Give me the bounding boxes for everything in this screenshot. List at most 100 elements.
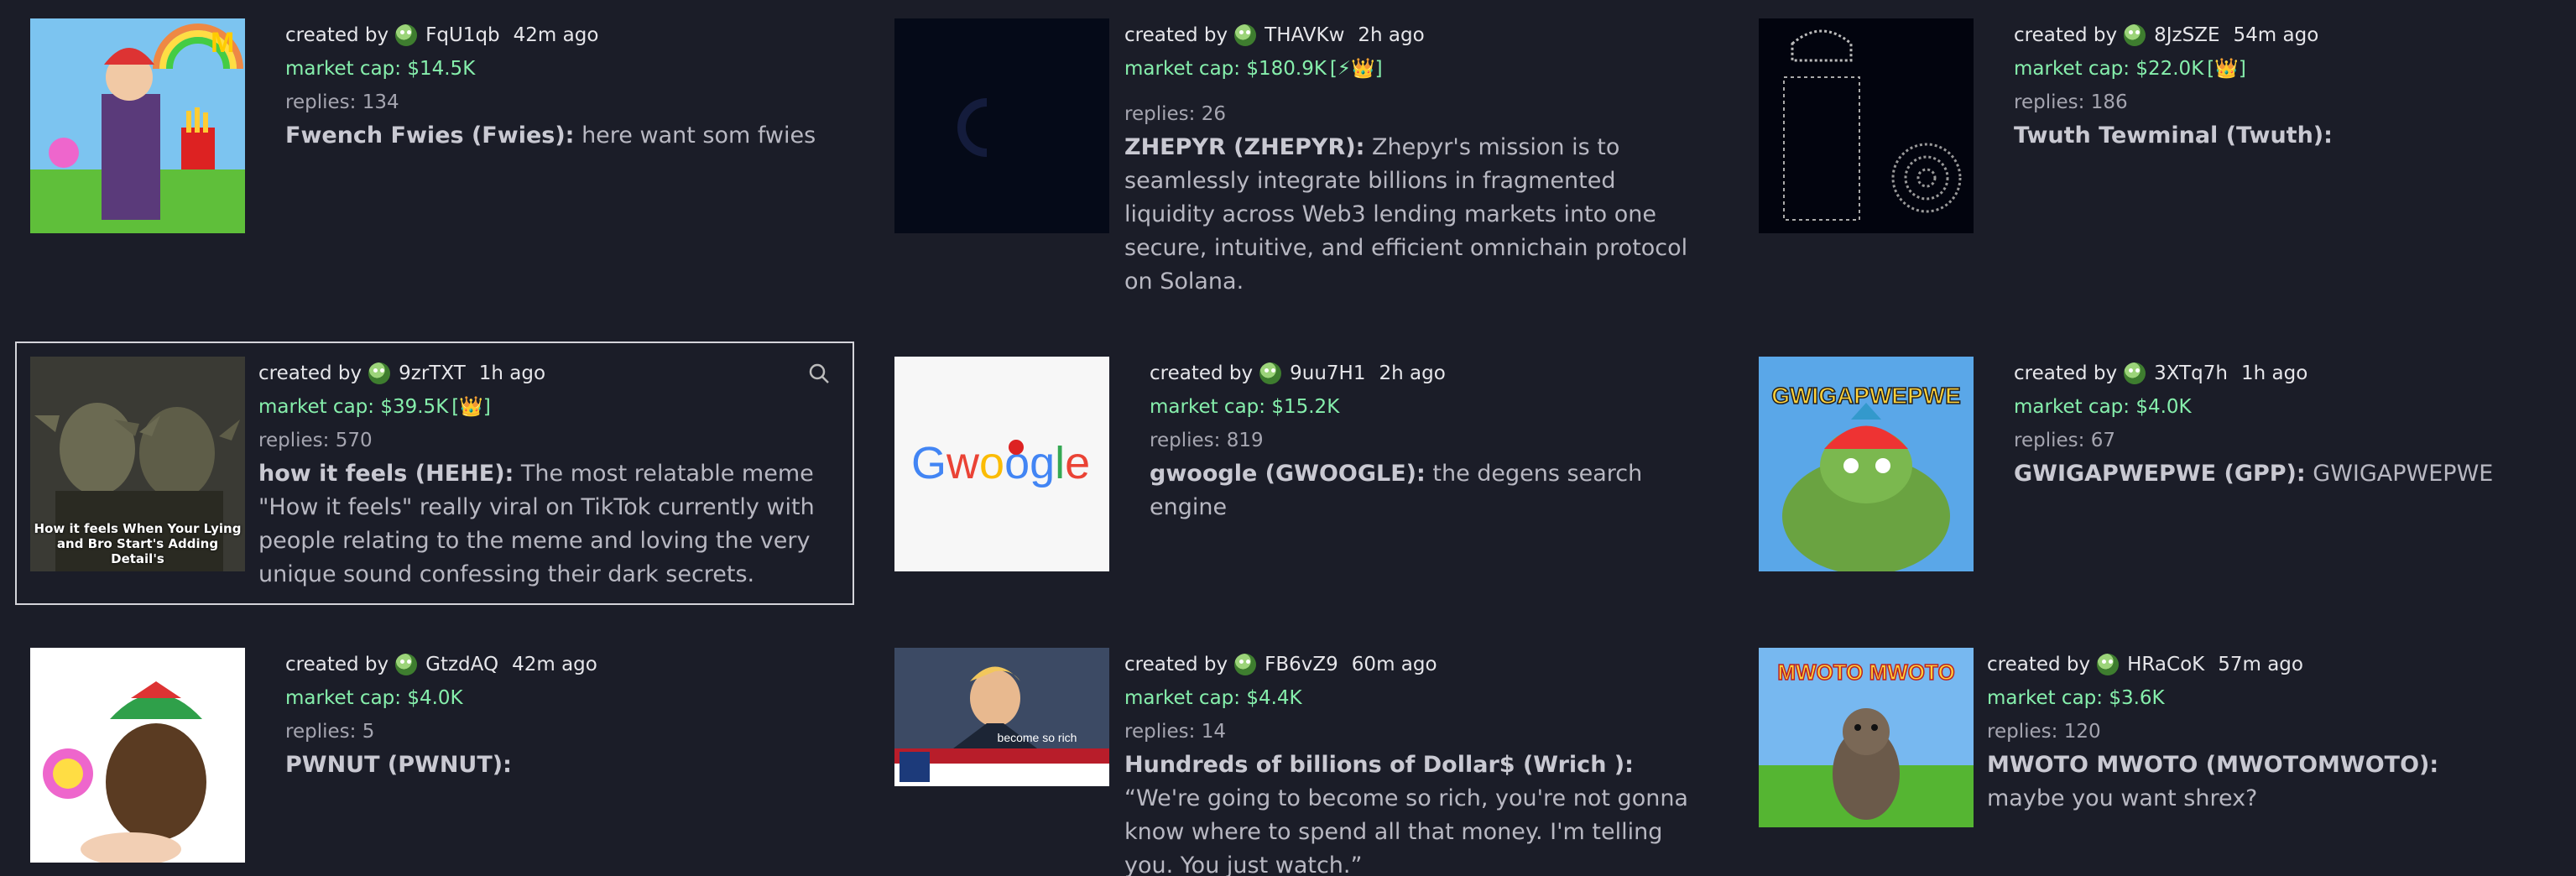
market-cap-label: market cap: (258, 396, 375, 418)
creator-username[interactable]: 8JzSZE (2154, 18, 2219, 52)
market-cap-value: $3.6K (2109, 687, 2165, 709)
coin-description: MWOTO MWOTO (MWOTOMWOTO): maybe you want… (1987, 748, 2490, 816)
created-time: 1h ago (478, 362, 546, 384)
replies-count: 819 (1226, 430, 1264, 451)
logo-letter: o (979, 438, 1004, 488)
coin-card[interactable]: created by 8JzSZE 54m ago market cap: $2… (1759, 18, 2576, 233)
coin-name: ZHEPYR (ZHEPYR): (1124, 134, 1365, 160)
coin-description: Twuth Tewminal (Twuth): (2014, 119, 2576, 153)
search-icon[interactable] (807, 362, 831, 385)
coin-name: Fwench Fwies (Fwies): (285, 123, 575, 149)
creator-username[interactable]: FB6vZ9 (1265, 648, 1338, 681)
created-time: 57m ago (2218, 654, 2303, 675)
coin-card[interactable]: GWIGAPWEPWE created by 3XTq7h 1h ago mar… (1759, 357, 2576, 571)
coin-image[interactable]: Gwoogle (894, 357, 1109, 571)
coin-name: gwoogle (GWOOGLE): (1150, 461, 1426, 487)
coin-image[interactable]: GWIGAPWEPWE (1759, 357, 1974, 571)
creator-username[interactable]: HRaCoK (2127, 648, 2204, 681)
creator-username[interactable]: 3XTq7h (2154, 357, 2228, 390)
coin-info: created by FqU1qb 42m ago market cap: $1… (285, 18, 856, 233)
replies-count: 26 (1201, 103, 1226, 125)
image-caption: become so rich (998, 731, 1077, 744)
replies-count: 120 (2063, 721, 2101, 743)
coin-image[interactable]: How it feels When Your Lying and Bro Sta… (30, 357, 245, 571)
coin-card[interactable]: created by THAVKw 2h ago market cap: $18… (894, 18, 1734, 299)
created-time: 2h ago (1379, 362, 1446, 384)
coin-image[interactable] (1759, 18, 1974, 233)
replies-label: replies: (1124, 103, 1196, 125)
market-cap-label: market cap: (1987, 687, 2104, 709)
coin-description-text: maybe you want shrex? (1987, 785, 2258, 811)
replies-count: 134 (362, 91, 399, 113)
news-broadcast-icon: become so rich (894, 648, 1109, 786)
coin-image[interactable]: become so rich (894, 648, 1109, 786)
creator-username[interactable]: FqU1qb (425, 18, 500, 52)
created-time: 42m ago (512, 654, 597, 675)
status-badge: [⚡👑] (1329, 58, 1383, 80)
market-cap-label: market cap: (285, 687, 402, 709)
creator-username[interactable]: 9uu7H1 (1290, 357, 1365, 390)
created-time: 42m ago (513, 24, 599, 46)
image-caption: How it feels When Your Lying and Bro Sta… (34, 521, 242, 566)
market-cap-value: $39.5K (380, 396, 449, 418)
creator-username[interactable]: 9zrTXT (399, 357, 466, 390)
creator-username[interactable]: THAVKw (1265, 18, 1344, 52)
created-by-label: created by (285, 24, 389, 46)
avatar-icon (1259, 362, 1282, 384)
coin-image[interactable] (30, 648, 245, 863)
created-time: 1h ago (2241, 362, 2308, 384)
coin-card[interactable]: How it feels When Your Lying and Bro Sta… (15, 342, 854, 605)
coin-info: created by 8JzSZE 54m ago market cap: $2… (2014, 18, 2576, 233)
market-cap-label: market cap: (1150, 396, 1266, 418)
created-by-label: created by (258, 362, 362, 384)
coin-card[interactable]: M created by FqU1qb 42m ago market cap: … (30, 18, 869, 233)
logo-letter: w (946, 438, 980, 488)
coin-description: gwoogle (GWOOGLE): the degens search eng… (1150, 457, 1720, 524)
coin-image[interactable]: MWOTO MWOTO (1759, 648, 1974, 827)
coin-info: created by 3XTq7h 1h ago market cap: $4.… (2014, 357, 2576, 571)
market-cap-label: market cap: (1124, 58, 1241, 80)
coin-card[interactable]: Gwoogle created by 9uu7H1 2h ago market … (894, 357, 1734, 571)
coin-info: created by HRaCoK 57m ago market cap: $3… (1987, 648, 2574, 827)
coin-image[interactable] (894, 18, 1109, 233)
created-time: 2h ago (1358, 24, 1425, 46)
image-banner-text: MWOTO MWOTO (1777, 660, 1954, 685)
created-by-label: created by (1150, 362, 1254, 384)
replies-label: replies: (1987, 721, 2058, 743)
coin-description: how it feels (HEHE): The most relatable … (258, 457, 837, 592)
created-by-label: created by (2014, 362, 2118, 384)
replies-count: 67 (2090, 430, 2115, 451)
logo-letter: l (1055, 438, 1065, 488)
replies-label: replies: (2014, 430, 2085, 451)
replies-label: replies: (2014, 91, 2085, 113)
coin-info: created by FB6vZ9 60m ago market cap: $4… (1124, 648, 1712, 876)
status-badge: [👑] (451, 396, 491, 418)
replies-label: replies: (258, 430, 330, 451)
replies-count: 570 (335, 430, 373, 451)
coin-card[interactable]: become so rich created by FB6vZ9 60m ago… (894, 648, 1734, 876)
coin-info: created by 9uu7H1 2h ago market cap: $15… (1150, 357, 1720, 571)
coin-grid: M created by FqU1qb 42m ago market cap: … (0, 0, 2576, 876)
coin-name: MWOTO MWOTO (MWOTOMWOTO): (1987, 752, 2439, 778)
avatar-icon (2097, 654, 2120, 675)
coin-image[interactable]: M (30, 18, 245, 233)
market-cap-value: $14.5K (407, 58, 476, 80)
avatar-icon (2124, 362, 2146, 384)
market-cap-value: $4.0K (407, 687, 463, 709)
market-cap-label: market cap: (2014, 396, 2130, 418)
logo-letter: g (1030, 438, 1055, 488)
svg-text:M: M (211, 27, 234, 59)
coin-description-text: “We're going to become so rich, you're n… (1124, 785, 1688, 876)
status-badge: [👑] (2207, 58, 2246, 80)
replies-label: replies: (1124, 721, 1196, 743)
coin-description: GWIGAPWEPWE (GPP): GWIGAPWEPWE (2014, 457, 2576, 491)
coin-card[interactable]: created by GtzdAQ 42m ago market cap: $4… (30, 648, 869, 863)
logo-letter: G (911, 438, 946, 488)
creator-username[interactable]: GtzdAQ (425, 648, 498, 681)
dark-logo-icon (894, 18, 1109, 233)
ascii-art-icon (1759, 18, 1974, 233)
coin-description: ZHEPYR (ZHEPYR): Zhepyr's mission is to … (1124, 131, 1712, 299)
coin-card[interactable]: MWOTO MWOTO created by HRaCoK 57m ago ma… (1759, 648, 2576, 827)
market-cap-label: market cap: (2014, 58, 2130, 80)
mwoto-seal-icon: MWOTO MWOTO (1759, 648, 1974, 827)
